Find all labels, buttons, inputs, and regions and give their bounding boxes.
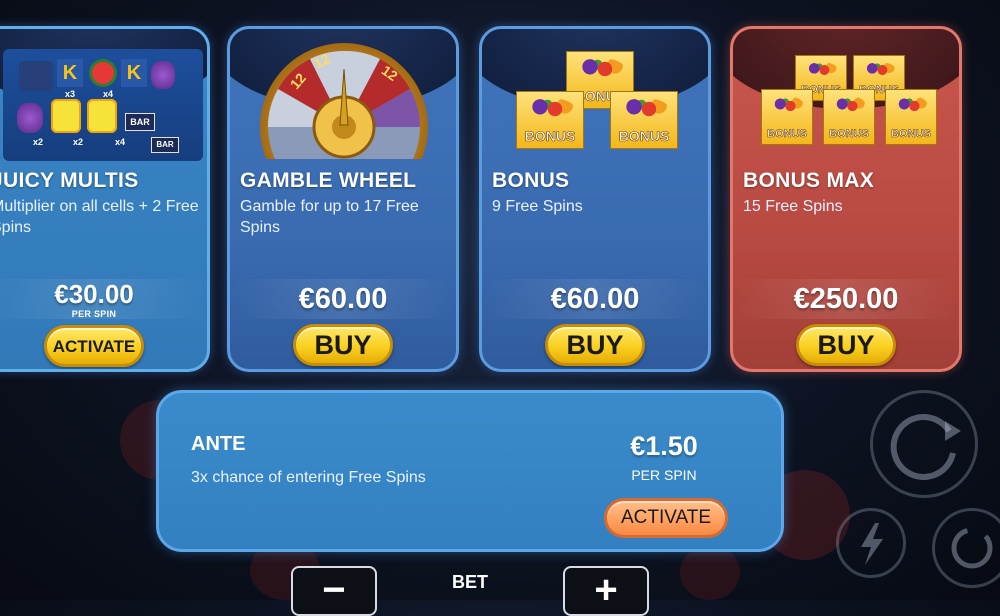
bonus-tile: BONUS [516,91,584,149]
card-title: JUICY MULTIS [0,169,139,192]
bet-label: BET [452,572,488,592]
ante-price: €1.50 [630,431,698,461]
grapes-symbol [17,103,43,133]
autoplay-icon[interactable] [932,508,1000,588]
multiplier-x4: x4 [103,89,114,99]
lemon-symbol [87,99,117,133]
wheel-graphic [260,43,428,211]
bonus-tile: BONUS [885,89,937,145]
juicy-multis-art: K K x3 x4 BAR x2 x2 x4 BAR [0,29,207,161]
card-title: GAMBLE WHEEL [240,169,417,192]
card-description: Multiplier on all cells + 2 Free Spins [0,198,199,236]
bonus-tile: BONUS [823,89,875,145]
bonus-tile: BONUS [610,91,678,149]
ante-panel: ANTE 3x chance of entering Free Spins €1… [156,390,784,552]
per-spin-label: PER SPIN [631,467,697,483]
activate-juicy-multis-button[interactable]: ACTIVATE [44,325,144,367]
refresh-icon[interactable] [870,390,978,498]
card-title: BONUS [492,169,570,192]
card-price: €250.00 [793,283,899,315]
card-price: €30.00 [54,279,134,309]
card-price: €60.00 [550,283,640,315]
buy-bonus-max-button[interactable]: BUY [796,324,896,366]
multiplier-x2: x2 [73,137,84,147]
card-description: 9 Free Spins [492,198,583,215]
gamble-wheel-art: 12 12 12 [230,29,456,211]
multiplier-x3: x3 [65,89,76,99]
card-price: €60.00 [298,283,388,315]
grapes-symbol [151,61,175,89]
feature-card-gamble-wheel: 12 12 12 GAMBLE WHEEL Gamble for up to 1… [227,26,459,372]
bonus-max-tiles-art: BONUS BONUS BONUS BONUS BONUS [733,29,959,159]
bonus-tile: BONUS [761,89,813,145]
background-fruit [680,545,740,600]
slot-symbol-bar: BAR [151,137,179,153]
feature-card-juicy-multis: K K x3 x4 BAR x2 x2 x4 BAR JUICY MULTIS … [0,26,210,372]
watermelon-symbol [89,59,117,87]
ante-title: ANTE [191,433,246,455]
buy-bonus-button[interactable]: BUY [545,324,645,366]
feature-card-bonus: BONUS BONUS BONUS BONUS 9 Free Spins €60… [479,26,711,372]
card-title: BONUS MAX [743,169,875,192]
bonus-tiles-art: BONUS BONUS BONUS [482,29,708,159]
decrease-bet-button[interactable]: − [291,566,377,616]
feature-card-bonus-max: BONUS BONUS BONUS BONUS BONUS BONUS MAX … [730,26,962,372]
activate-ante-button[interactable]: ACTIVATE [604,498,728,538]
increase-bet-button[interactable]: + [563,566,649,616]
per-spin-label: PER SPIN [71,309,117,319]
card-description: Gamble for up to 17 Free Spins [240,198,419,236]
slot-symbol-k: K [121,59,147,87]
lightning-icon[interactable] [836,508,906,578]
slot-symbol-bar: BAR [125,113,155,131]
slot-symbol-k: K [57,59,83,87]
card-description: 15 Free Spins [743,198,843,215]
lemon-symbol [51,99,81,133]
ante-description: 3x chance of entering Free Spins [191,469,426,486]
multiplier-x4: x4 [115,137,126,147]
multiplier-x2: x2 [33,137,44,147]
buy-gamble-wheel-button[interactable]: BUY [293,324,393,366]
